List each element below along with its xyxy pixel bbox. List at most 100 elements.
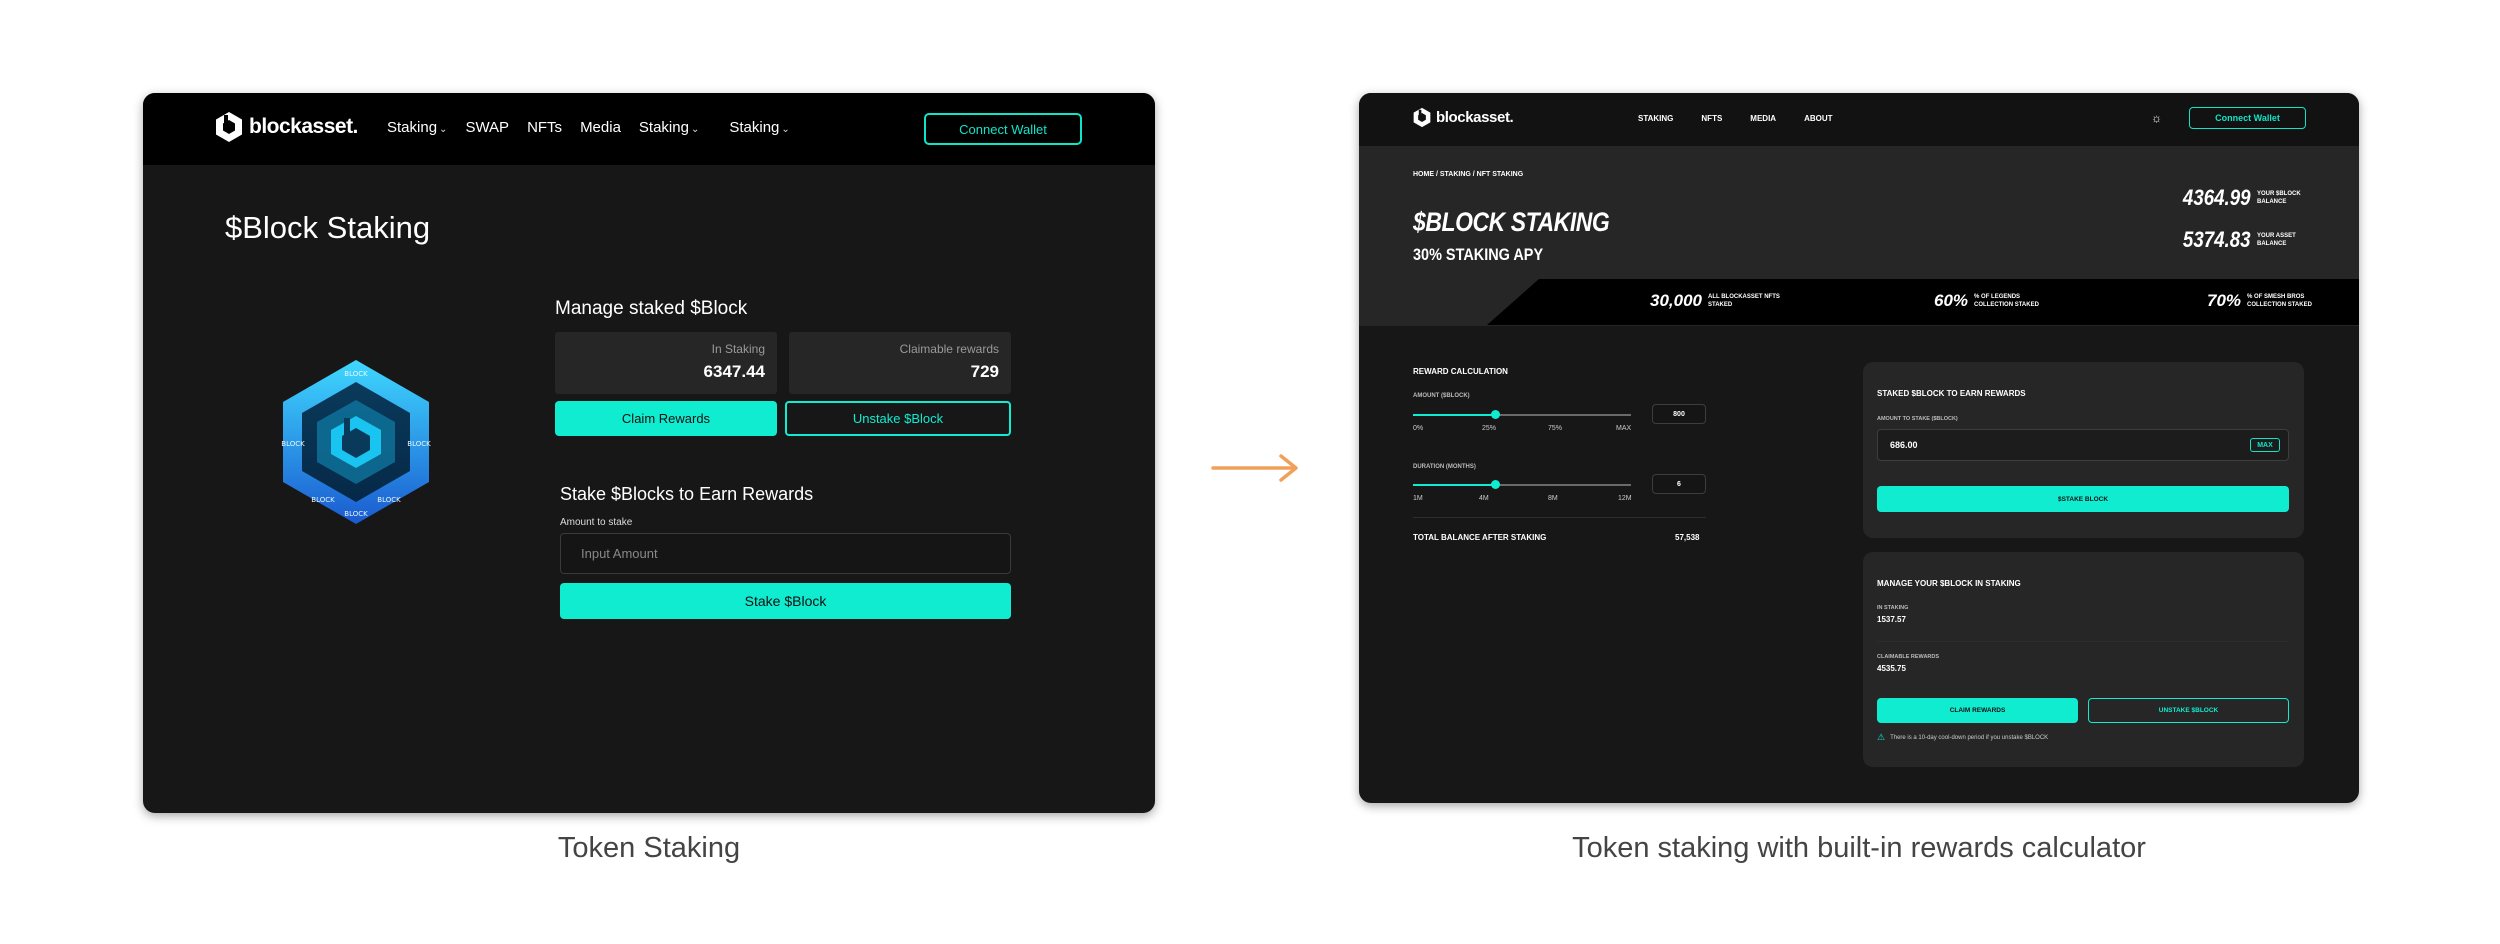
amount-tick: MAX (1616, 425, 1632, 432)
left-amount-input[interactable]: Input Amount (560, 533, 1011, 574)
stake-card: STAKED $BLOCK TO EARN REWARDS AMOUNT TO … (1863, 362, 2304, 538)
left-nav-staking-3[interactable]: Staking ⌄ (729, 119, 789, 136)
cooldown-warning-text: There is a 10-day cool-down period if yo… (1890, 734, 2049, 741)
left-claimable-value: 729 (970, 362, 999, 381)
block-token-badge-icon: BLOCK BLOCK BLOCK BLOCK BLOCK BLOCK (281, 360, 431, 524)
right-nav-media[interactable]: MEDIA (1750, 114, 1776, 123)
duration-value-input[interactable]: 6 (1652, 474, 1706, 494)
left-nav-staking-3-label: Staking (729, 119, 780, 136)
left-claim-rewards-button[interactable]: Claim Rewards (555, 401, 777, 436)
stake-amount-value: 686.00 (1890, 440, 1918, 450)
left-caption: Token Staking (557, 832, 741, 864)
stat-value: 60% (1934, 291, 1969, 310)
stake-card-title: STAKED $BLOCK TO EARN REWARDS (1877, 389, 2026, 398)
reward-calculation-title: REWARD CALCULATION (1413, 367, 1508, 376)
stat-smesh-staked: 70% % OF SMESH BROS COLLECTION STAKED (2207, 291, 2327, 311)
badge-ring-text-bl: BLOCK (311, 496, 335, 504)
left-nav-swap[interactable]: SWAP (465, 119, 509, 136)
left-claimable-box: Claimable rewards 729 (789, 332, 1011, 394)
right-logo-text: blockasset. (1436, 109, 1514, 126)
right-logo[interactable]: blockasset. (1413, 107, 1514, 128)
cooldown-warning: ⚠ There is a 10-day cool-down period if … (1877, 732, 2048, 743)
left-claimable-label: Claimable rewards (899, 342, 999, 356)
unstake-block-button[interactable]: UNSTAKE $BLOCK (2088, 698, 2289, 723)
stat-label: % OF SMESH BROS COLLECTION STAKED (2247, 294, 2312, 308)
amount-slider-handle[interactable] (1491, 410, 1501, 419)
duration-tick: 12M (1618, 495, 1632, 502)
left-stake-button[interactable]: Stake $Block (560, 583, 1011, 619)
left-nav-staking-label: Staking (387, 119, 438, 136)
right-nav-staking[interactable]: STAKING (1638, 114, 1673, 123)
chevron-down-icon: ⌄ (781, 124, 790, 135)
right-nav-about[interactable]: ABOUT (1804, 114, 1832, 123)
claimable-label: CLAIMABLE REWARDS (1877, 654, 1940, 660)
left-nav-staking-2-label: Staking (638, 119, 689, 136)
stat-label: % OF LEGENDS COLLECTION STAKED (1974, 294, 2039, 308)
chevron-down-icon: ⌄ (690, 124, 700, 135)
in-staking-label: IN STAKING (1877, 605, 1909, 611)
block-balance-label: YOUR $BLOCK BALANCE (2257, 191, 2301, 205)
right-page-title: $BLOCK STAKING (1413, 207, 1610, 237)
claim-rewards-button[interactable]: CLAIM REWARDS (1877, 698, 2078, 723)
left-in-staking-value: 6347.44 (703, 362, 765, 381)
blockasset-logo-icon (216, 112, 242, 142)
left-screenshot: blockasset. Staking ⌄ SWAP NFTs Media Sta… (143, 93, 1155, 813)
left-nav-media[interactable]: Media (580, 119, 621, 136)
stake-amount-input[interactable]: 686.00 MAX (1877, 429, 2289, 461)
left-nav-nfts[interactable]: NFTs (527, 119, 562, 136)
stat-label: ALL BLOCKASSET NFTS STAKED (1708, 294, 1780, 308)
block-balance: 4364.99 YOUR $BLOCK BALANCE (2171, 185, 2305, 211)
stat-nfts-staked: 30,000 ALL BLOCKASSET NFTS STAKED (1650, 291, 1788, 311)
badge-ring-text-left: BLOCK (281, 440, 305, 448)
right-caption: Token staking with built-in rewards calc… (1572, 832, 2146, 864)
badge-ring-text-br: BLOCK (377, 496, 401, 504)
duration-slider-fill (1413, 484, 1496, 486)
chevron-down-icon: ⌄ (439, 124, 448, 135)
left-logo-text: blockasset. (249, 115, 358, 138)
badge-ring-text-top: BLOCK (344, 370, 368, 378)
stat-value: 70% (2207, 291, 2242, 310)
stake-block-button[interactable]: $STAKE BLOCK (1877, 486, 2289, 512)
theme-toggle-sun-icon[interactable]: ☼ (2151, 111, 2162, 125)
manage-card-title: MANAGE YOUR $BLOCK IN STAKING (1877, 579, 2021, 588)
manage-divider (1877, 641, 2289, 642)
stat-legends-staked: 60% % OF LEGENDS COLLECTION STAKED (1934, 291, 2054, 311)
blockasset-logo-icon (1413, 107, 1431, 128)
badge-ring-text-right: BLOCK (407, 440, 431, 448)
left-nav-staking[interactable]: Staking ⌄ (387, 119, 447, 136)
comparison-stage: blockasset. Staking ⌄ SWAP NFTs Media Sta… (0, 0, 2500, 944)
right-apy: 30% STAKING APY (1413, 245, 1544, 264)
claimable-value: 4535.75 (1877, 664, 1906, 673)
duration-label: DURATION (MONTHS) (1413, 464, 1476, 470)
in-staking-value: 1537.57 (1877, 615, 1906, 624)
duration-slider-handle[interactable] (1491, 480, 1501, 489)
total-balance-value: 57,538 (1675, 533, 1700, 542)
stat-value: 30,000 (1650, 291, 1702, 310)
left-amount-label: Amount to stake (560, 517, 633, 528)
right-connect-wallet-button[interactable]: Connect Wallet (2189, 107, 2306, 129)
badge-ring-text-bottom: BLOCK (344, 510, 368, 518)
left-in-staking-box: In Staking 6347.44 (555, 332, 777, 394)
amount-value-input[interactable]: 800 (1652, 404, 1706, 424)
right-screenshot: blockasset. STAKING NFTS MEDIA ABOUT ☼ C… (1359, 93, 2359, 803)
duration-tick: 1M (1413, 495, 1423, 502)
total-balance-label: TOTAL BALANCE AFTER STAKING (1413, 533, 1547, 542)
left-stake-title: Stake $Blocks to Earn Rewards (560, 484, 814, 504)
left-nav-staking-2[interactable]: Staking ⌄ (639, 119, 699, 136)
warning-icon: ⚠ (1877, 732, 1886, 742)
arrow-right-icon (1211, 454, 1298, 482)
left-page-title: $Block Staking (225, 210, 431, 245)
asset-balance: 5374.83 YOUR ASSET BALANCE (2171, 227, 2305, 253)
duration-tick: 8M (1548, 495, 1558, 502)
right-nav-nfts[interactable]: NFTS (1701, 114, 1722, 123)
left-nav-menu: Staking ⌄ SWAP NFTs Media Staking ⌄ Stakin… (387, 119, 790, 136)
left-unstake-button[interactable]: Unstake $Block (785, 401, 1011, 436)
asset-balance-label: YOUR ASSET BALANCE (2257, 233, 2296, 247)
calc-divider (1413, 517, 1706, 518)
block-balance-value: 4364.99 (2183, 185, 2251, 210)
left-logo[interactable]: blockasset. (215, 111, 358, 143)
right-nav-menu: STAKING NFTS MEDIA ABOUT (1638, 114, 1833, 123)
left-connect-wallet-button[interactable]: Connect Wallet (924, 113, 1082, 145)
max-button[interactable]: MAX (2250, 438, 2280, 452)
left-manage-title: Manage staked $Block (555, 298, 748, 319)
